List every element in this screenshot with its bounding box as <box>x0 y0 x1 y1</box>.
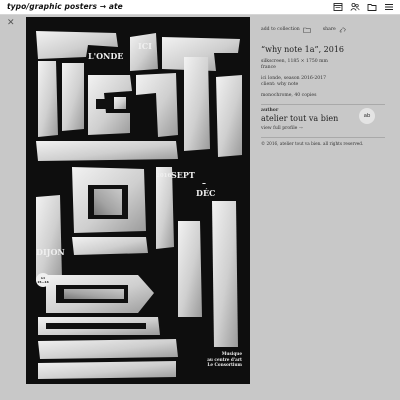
poster-footer-line3: Le Consortium <box>207 362 242 367</box>
avatar[interactable]: ab <box>359 108 375 124</box>
window-icon[interactable] <box>333 2 343 12</box>
folder-icon[interactable] <box>367 2 377 12</box>
client-line2: client: why note <box>261 82 299 87</box>
view-profile-link[interactable]: view full profile → <box>261 126 397 132</box>
poster-text-ici: ICI <box>138 41 152 51</box>
divider <box>261 137 385 138</box>
poster-badge-bottom: 15—16 <box>37 280 49 284</box>
copyright: © 2016, atelier tout va bien. all rights… <box>261 141 364 146</box>
poster-badge: ici 15—16 <box>36 273 50 287</box>
share-button[interactable]: share <box>323 27 336 33</box>
poster-text-sept: SEPT <box>171 170 195 180</box>
close-icon[interactable]: ✕ <box>7 19 15 28</box>
poster-text-dijon: DIJON <box>36 247 65 257</box>
poster-image: ICI L'ONDE 2016 SEPT – DÉC DIJON ici 15—… <box>26 17 250 384</box>
add-to-collection-button[interactable]: add to collection <box>261 27 300 33</box>
poster-artwork <box>36 31 242 379</box>
print-info: monochrome, 40 copies <box>261 93 317 98</box>
poster-text-londe: L'ONDE <box>88 51 124 61</box>
actions-row: add to collection share <box>261 27 397 33</box>
info-panel: add to collection share “why note 1a”, 2… <box>261 27 397 147</box>
people-icon[interactable] <box>350 2 360 12</box>
menu-icon[interactable] <box>384 2 394 12</box>
link-icon[interactable] <box>339 27 347 33</box>
author-name[interactable]: atelier tout va bien <box>261 114 397 124</box>
author-block: author atelier tout va bien view full pr… <box>261 108 397 132</box>
breadcrumb[interactable]: typo/graphic posters → ate <box>7 2 123 11</box>
poster-text-year: 2016 <box>156 173 172 179</box>
toolbar-icons <box>333 2 394 12</box>
artwork-title: “why note 1a”, 2016 <box>261 45 345 54</box>
poster-text-dec: DÉC <box>196 188 216 198</box>
top-bar: typo/graphic posters → ate <box>0 0 400 15</box>
folder-icon[interactable] <box>302 27 311 33</box>
poster-text-dash: – <box>202 178 206 188</box>
poster-footer: Musique au centre d'art Le Consortium <box>207 351 242 368</box>
divider <box>261 104 385 105</box>
technique-line2: france <box>261 65 276 70</box>
